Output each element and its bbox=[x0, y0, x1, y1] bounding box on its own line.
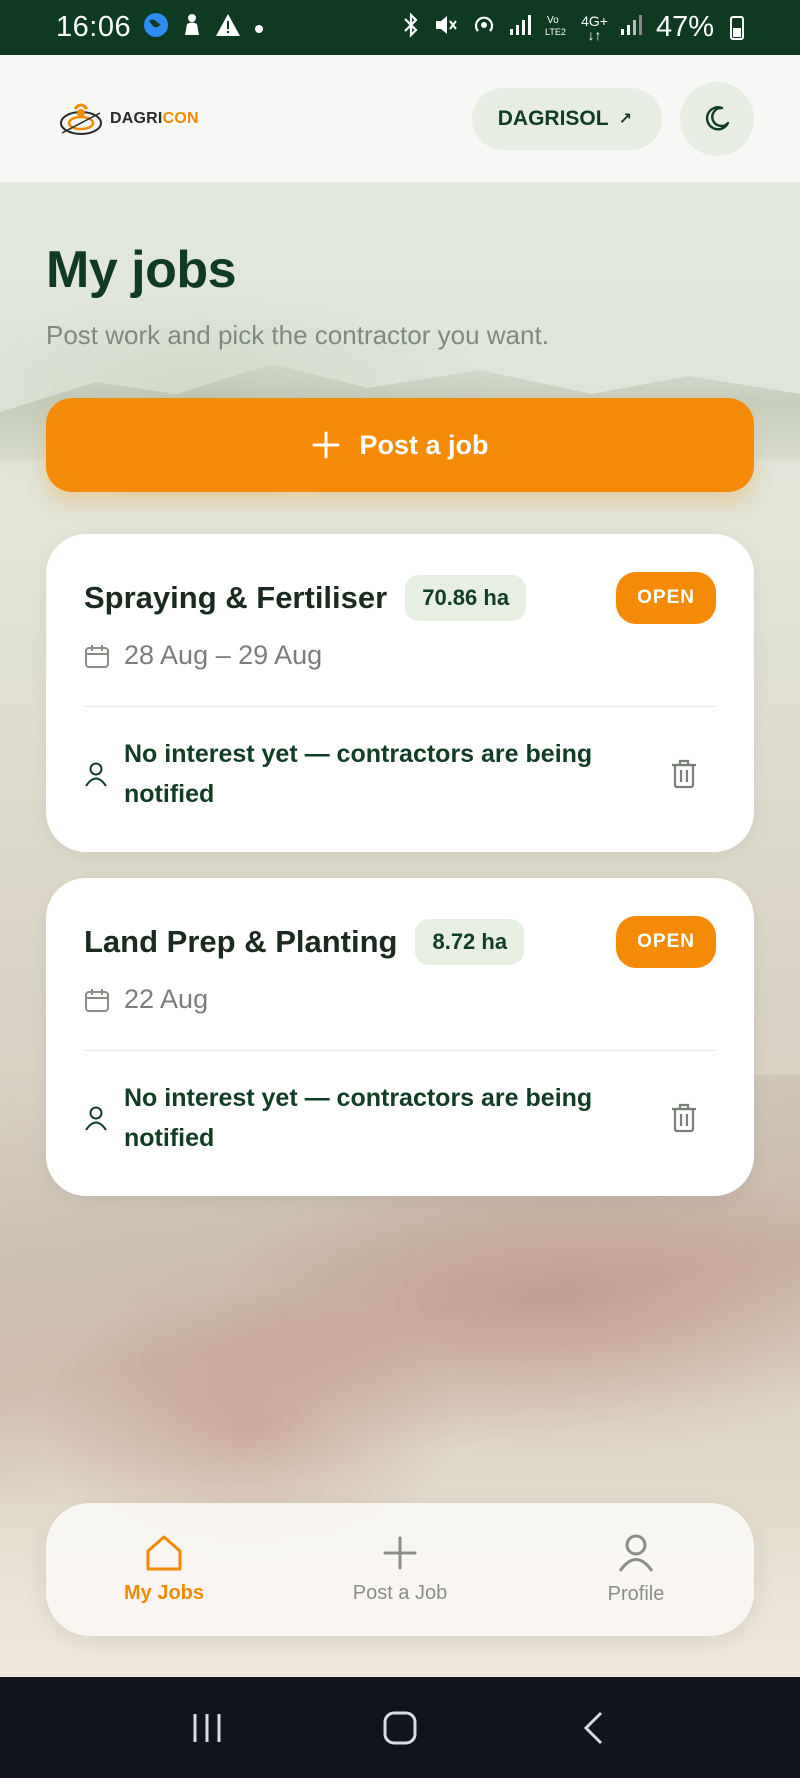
job-title: Land Prep & Planting bbox=[84, 924, 398, 959]
logo[interactable]: DAGRICON bbox=[58, 99, 199, 139]
interest-status: No interest yet — contractors are being … bbox=[124, 1084, 593, 1152]
plus-icon bbox=[383, 1536, 417, 1570]
recent-apps-icon bbox=[193, 1713, 221, 1742]
back-chevron-icon bbox=[584, 1711, 603, 1744]
trash-icon bbox=[672, 759, 696, 789]
interest-status: No interest yet — contractors are being … bbox=[124, 740, 593, 808]
logo-mark-icon bbox=[60, 103, 102, 135]
job-area-badge: 70.86 ha bbox=[405, 575, 527, 621]
signal-icon bbox=[509, 14, 533, 41]
logo-text: DAGRICON bbox=[110, 109, 199, 127]
network-type: 4G+ ↓↑ bbox=[581, 12, 608, 43]
page-title: My jobs bbox=[46, 241, 237, 299]
system-navigation-bar bbox=[0, 1677, 800, 1778]
back-button[interactable] bbox=[563, 1698, 623, 1758]
home-icon bbox=[146, 1535, 182, 1571]
bluetooth-icon bbox=[401, 12, 421, 43]
job-area-badge: 8.72 ha bbox=[415, 919, 525, 965]
theme-toggle-button[interactable] bbox=[680, 81, 754, 156]
delete-job-button[interactable] bbox=[660, 1094, 708, 1142]
calendar-icon bbox=[85, 988, 109, 1012]
user-icon bbox=[618, 1534, 654, 1572]
divider bbox=[84, 706, 716, 707]
job-title: Spraying & Fertiliser bbox=[84, 580, 388, 615]
delete-job-button[interactable] bbox=[660, 750, 708, 798]
svg-text:LTE2: LTE2 bbox=[545, 27, 566, 37]
bottom-navigation: My Jobs Post a Job Profile bbox=[46, 1503, 754, 1636]
job-status-badge: OPEN bbox=[616, 916, 716, 968]
home-button[interactable] bbox=[370, 1698, 430, 1758]
plus-icon bbox=[312, 431, 340, 459]
moon-icon bbox=[705, 105, 730, 130]
user-icon bbox=[85, 762, 107, 787]
hotspot-icon bbox=[471, 12, 497, 43]
nav-item-profile[interactable]: Profile bbox=[536, 1533, 736, 1606]
svg-text:Vo: Vo bbox=[547, 15, 559, 26]
calendar-icon bbox=[85, 644, 109, 668]
job-dates: 28 Aug – 29 Aug bbox=[124, 640, 323, 670]
recent-apps-button[interactable] bbox=[177, 1698, 237, 1758]
nav-label: Profile bbox=[607, 1583, 665, 1605]
post-job-label: Post a job bbox=[359, 429, 489, 460]
app-header: DAGRICON DAGRISOL ↗ bbox=[0, 55, 800, 182]
organization-switch-button[interactable]: DAGRISOL ↗ bbox=[471, 87, 662, 150]
battery-percent: 47% bbox=[655, 11, 714, 43]
world-icon bbox=[143, 12, 169, 43]
job-dates: 22 Aug bbox=[124, 984, 209, 1014]
warning-icon bbox=[215, 13, 241, 42]
nav-item-my-jobs[interactable]: My Jobs bbox=[64, 1534, 264, 1605]
user-icon bbox=[85, 1106, 107, 1131]
nav-item-post-a-job[interactable]: Post a Job bbox=[300, 1534, 500, 1605]
job-card[interactable]: Spraying & Fertiliser 70.86 ha OPEN 28 A… bbox=[46, 534, 754, 852]
signal-icon bbox=[620, 14, 644, 41]
home-square-icon bbox=[383, 1711, 417, 1744]
organization-label: DAGRISOL bbox=[497, 106, 609, 130]
status-bar: 16:06 Vo LTE2 4G+ ↓↑ 47% bbox=[0, 0, 800, 55]
dot-icon bbox=[253, 16, 265, 40]
page-subtitle: Post work and pick the contractor you wa… bbox=[46, 320, 549, 350]
job-card[interactable]: Land Prep & Planting 8.72 ha OPEN 22 Aug… bbox=[46, 878, 754, 1196]
divider bbox=[84, 1050, 716, 1051]
volte-icon: Vo LTE2 bbox=[545, 12, 569, 43]
person-icon bbox=[181, 13, 203, 42]
nav-label: Post a Job bbox=[352, 1582, 448, 1604]
external-link-icon: ↗ bbox=[618, 110, 632, 128]
mute-icon bbox=[433, 12, 459, 43]
job-status-badge: OPEN bbox=[616, 572, 716, 624]
battery-icon bbox=[730, 15, 744, 40]
trash-icon bbox=[672, 1103, 696, 1133]
nav-label: My Jobs bbox=[123, 1582, 205, 1604]
post-job-button[interactable]: Post a job bbox=[46, 398, 754, 492]
status-time: 16:06 bbox=[56, 11, 132, 43]
